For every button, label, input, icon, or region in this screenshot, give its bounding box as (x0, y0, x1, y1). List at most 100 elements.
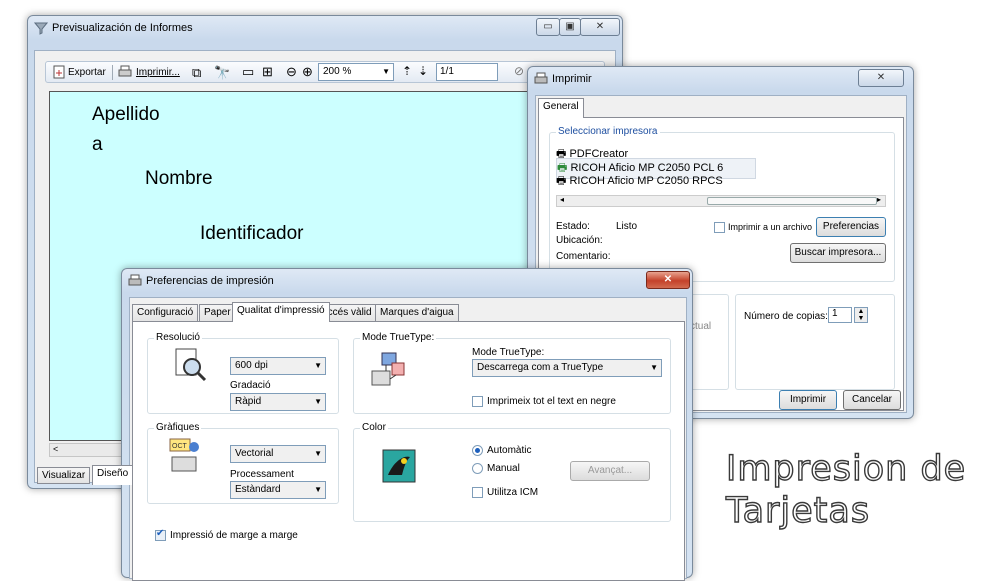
icm-label: Utilitza ICM (487, 487, 539, 498)
tab-visualizar[interactable]: Visualizar (37, 467, 91, 484)
caption-line-2: Tarjetas (725, 490, 871, 531)
zoom-out-icon[interactable]: ⊖ (286, 64, 297, 80)
printer-list-scrollbar[interactable]: ◂ ▸ (556, 195, 886, 207)
radio-dot (475, 448, 480, 453)
graphics-select[interactable]: Vectorial ▼ (230, 445, 326, 463)
icm-checkbox[interactable] (472, 487, 483, 498)
print-to-file-checkbox[interactable] (714, 222, 725, 233)
tab-general-label: General (543, 101, 579, 112)
maximize-button[interactable]: ▣ (559, 18, 581, 36)
tab-general[interactable]: General (538, 98, 584, 118)
chevron-down-icon: ▼ (382, 67, 390, 76)
back-icon[interactable]: ⊘ (514, 64, 524, 78)
funnel-icon (34, 22, 48, 35)
cancel-button[interactable]: Cancelar (843, 390, 901, 410)
single-page-icon[interactable]: ▭ (242, 64, 254, 80)
scroll-left-icon[interactable]: ◂ (560, 195, 564, 204)
zoom-select[interactable]: 200 % ▼ (318, 63, 394, 81)
next-page-icon[interactable]: ⇣ (418, 64, 428, 78)
truetype-select[interactable]: Descarrega com a TrueType ▼ (472, 359, 662, 377)
prefs-titlebar: Preferencias de impresión ✕ (122, 269, 692, 295)
resolution-group-label: Resolució (154, 332, 202, 343)
tab-marques[interactable]: Marques d'aigua (375, 304, 459, 322)
print-preferences-dialog: Preferencias de impresión ✕ Configuració… (121, 268, 693, 581)
caption-title: Impresion de Tarjetas (725, 448, 966, 532)
print-black-checkbox[interactable] (472, 396, 483, 407)
processing-label: Processament (230, 469, 294, 480)
location-label: Ubicación: (556, 235, 603, 246)
gradation-value: Ràpid (235, 396, 262, 407)
advanced-button[interactable]: Avançat... (570, 461, 650, 481)
tab-diseno-label: Diseño (97, 468, 129, 479)
canvas-a: a (92, 134, 103, 155)
preview-title: Previsualización de Informes (52, 22, 193, 34)
export-button[interactable]: Exportar (68, 67, 106, 78)
tab-label: Marques d'aigua (380, 307, 454, 318)
page-field[interactable]: 1/1 (436, 63, 498, 81)
preview-titlebar: Previsualización de Informes ▭ ▣ ✕ (28, 16, 622, 42)
print-button[interactable]: Imprimir (779, 390, 837, 410)
close-button[interactable]: ✕ (646, 271, 690, 289)
close-button[interactable]: ✕ (580, 18, 620, 36)
multi-page-icon[interactable]: ⊞ (262, 64, 273, 80)
chevron-down-icon: ▼ (314, 361, 322, 370)
chevron-down-icon: ▼ (314, 449, 322, 458)
tab-qualitat[interactable]: Qualitat d'impressió (232, 302, 330, 322)
tab-diseno[interactable]: Diseño (92, 465, 134, 485)
tab-configuracio[interactable]: Configuració (132, 304, 199, 322)
find-printer-button[interactable]: Buscar impresora... (790, 243, 886, 263)
resolution-select[interactable]: 600 dpi ▼ (230, 357, 326, 375)
graphics-group-label: Gràfiques (154, 422, 202, 433)
margin-label: Impressió de marge a marge (170, 530, 298, 541)
graphics-value: Vectorial (235, 448, 274, 459)
margin-checkbox[interactable]: ✔ (155, 528, 166, 541)
graphics-printer-icon: OCT (169, 438, 199, 472)
copy-icon[interactable]: ⧉ (192, 65, 201, 81)
minimize-button[interactable]: ▭ (536, 18, 560, 36)
print-titlebar: Imprimir ✕ (528, 67, 913, 93)
printer-icon (118, 65, 132, 77)
color-parrot-icon (382, 449, 416, 483)
gradation-select[interactable]: Ràpid ▼ (230, 393, 326, 411)
tab-label: Paper (204, 307, 231, 318)
tab-label: Qualitat d'impressió (237, 305, 325, 316)
truetype-value: Descarrega com a TrueType (477, 362, 604, 373)
printer-list-item[interactable]: 🖶 RICOH Aficio MP C2050 RPCS (556, 172, 723, 191)
copies-group: Número de copias: 1 ▲ ▼ (735, 294, 895, 390)
scroll-right-icon[interactable]: ▸ (877, 195, 881, 204)
copies-value: 1 (832, 308, 838, 319)
tab-paper[interactable]: Paper (199, 304, 236, 322)
find-icon[interactable]: 🔭 (214, 65, 230, 81)
copies-spinner[interactable]: ▲ ▼ (854, 307, 868, 323)
copies-label: Número de copias: (744, 311, 828, 322)
printer-icon (128, 274, 142, 286)
print-button[interactable]: Imprimir... (136, 67, 180, 78)
processing-select[interactable]: Estàndard ▼ (230, 481, 326, 499)
printer-group-label: Seleccionar impresora (556, 126, 660, 137)
scroll-thumb[interactable] (707, 197, 877, 205)
canvas-identificador: Identificador (200, 223, 304, 244)
prefs-client: Configuració Paper Qualitat d'impressió … (129, 297, 687, 581)
export-icon (53, 65, 65, 79)
printer-icon: 🖶 (556, 175, 567, 187)
comment-label: Comentario: (556, 251, 611, 262)
auto-radio[interactable] (472, 445, 483, 456)
print-black-label: Imprimeix tot el text en negre (487, 396, 616, 407)
truetype-font-icon (371, 352, 405, 386)
color-group-label: Color (360, 422, 388, 433)
chevron-down-icon: ▼ (314, 397, 322, 406)
close-button[interactable]: ✕ (858, 69, 904, 87)
zoom-in-icon[interactable]: ⊕ (302, 64, 313, 80)
preferences-button[interactable]: Preferencias (816, 217, 886, 237)
print-to-file-label: Imprimir a un archivo (728, 222, 813, 232)
partial-label: ctual (690, 321, 712, 332)
copies-field[interactable]: 1 (828, 307, 852, 323)
manual-radio[interactable] (472, 463, 483, 474)
truetype-label: Mode TrueType: (472, 347, 545, 358)
processing-value: Estàndard (235, 484, 281, 495)
prefs-title: Preferencias de impresión (146, 275, 274, 287)
printer-name: RICOH Aficio MP C2050 RPCS (569, 175, 723, 187)
previous-page-icon[interactable]: ⇡ (402, 64, 412, 78)
printer-group: Seleccionar impresora 🖶 PDFCreator 🖶 RIC… (549, 126, 895, 282)
scroll-left-icon[interactable]: < (53, 444, 58, 454)
